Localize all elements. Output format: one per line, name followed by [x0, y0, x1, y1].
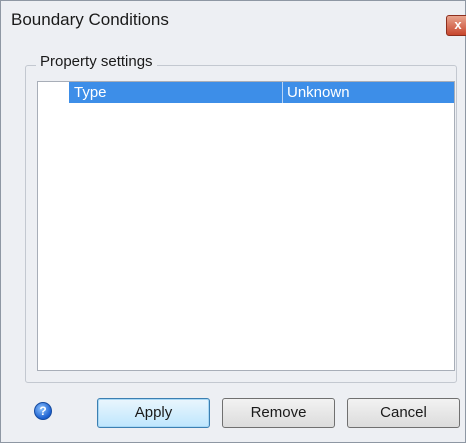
column-divider	[282, 82, 283, 103]
property-name-cell[interactable]: Type	[74, 83, 107, 102]
apply-button[interactable]: Apply	[97, 398, 210, 428]
title-bar: Boundary Conditions	[1, 1, 465, 41]
row-header[interactable]	[38, 82, 68, 103]
group-legend: Property settings	[36, 53, 157, 70]
close-icon[interactable]: x	[446, 15, 466, 36]
property-grid[interactable]: Type Unknown	[37, 81, 455, 371]
remove-button[interactable]: Remove	[222, 398, 335, 428]
property-value-cell[interactable]: Unknown	[287, 83, 350, 102]
cancel-button[interactable]: Cancel	[347, 398, 460, 428]
dialog-title: Boundary Conditions	[11, 10, 169, 29]
help-icon[interactable]: ?	[34, 402, 52, 420]
property-row-type[interactable]	[69, 82, 454, 103]
